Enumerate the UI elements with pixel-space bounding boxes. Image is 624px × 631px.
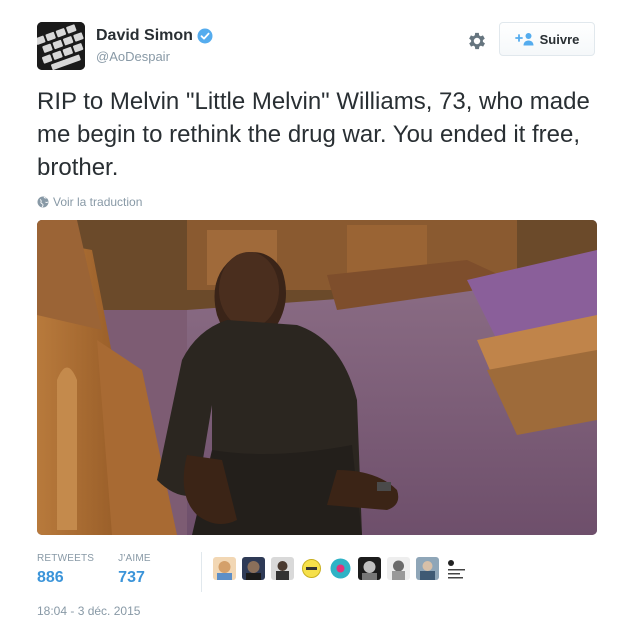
liker-avatar[interactable]	[213, 557, 236, 580]
add-user-icon	[514, 33, 534, 46]
author-handle[interactable]: @AoDespair	[96, 49, 170, 64]
tweet-stats: RETWEETS 886 J'AIME 737	[37, 553, 175, 587]
globe-icon	[37, 196, 49, 208]
tweet-photo[interactable]	[37, 220, 597, 535]
author-name-row[interactable]: David Simon	[96, 27, 213, 45]
liker-avatar[interactable]	[271, 557, 294, 580]
translate-label: Voir la traduction	[53, 195, 143, 209]
author-name[interactable]: David Simon	[96, 27, 193, 45]
liker-avatar[interactable]	[387, 557, 410, 580]
verified-badge-icon	[197, 28, 213, 44]
liker-avatar[interactable]	[358, 557, 381, 580]
author-avatar[interactable]	[37, 22, 85, 70]
follow-button[interactable]: Suivre	[499, 22, 595, 56]
retweets-count[interactable]: 886	[37, 569, 94, 587]
retweets-stat[interactable]: RETWEETS 886	[37, 553, 94, 587]
gear-icon[interactable]	[466, 30, 488, 52]
liker-avatar[interactable]	[329, 557, 352, 580]
retweets-label: RETWEETS	[37, 553, 95, 564]
likes-count[interactable]: 737	[118, 569, 151, 587]
liker-avatar[interactable]	[445, 557, 468, 580]
stats-divider	[201, 552, 202, 592]
likers-list	[213, 557, 474, 580]
liker-avatar[interactable]	[300, 557, 323, 580]
liker-avatar[interactable]	[416, 557, 439, 580]
likes-stat[interactable]: J'AIME 737	[118, 553, 151, 587]
likes-label: J'AIME	[118, 553, 151, 564]
translate-link[interactable]: Voir la traduction	[37, 195, 142, 209]
liker-avatar[interactable]	[242, 557, 265, 580]
tweet-timestamp[interactable]: 18:04 - 3 déc. 2015	[37, 604, 140, 618]
tweet-text: RIP to Melvin "Little Melvin" Williams, …	[37, 88, 590, 181]
follow-label: Suivre	[539, 31, 580, 47]
